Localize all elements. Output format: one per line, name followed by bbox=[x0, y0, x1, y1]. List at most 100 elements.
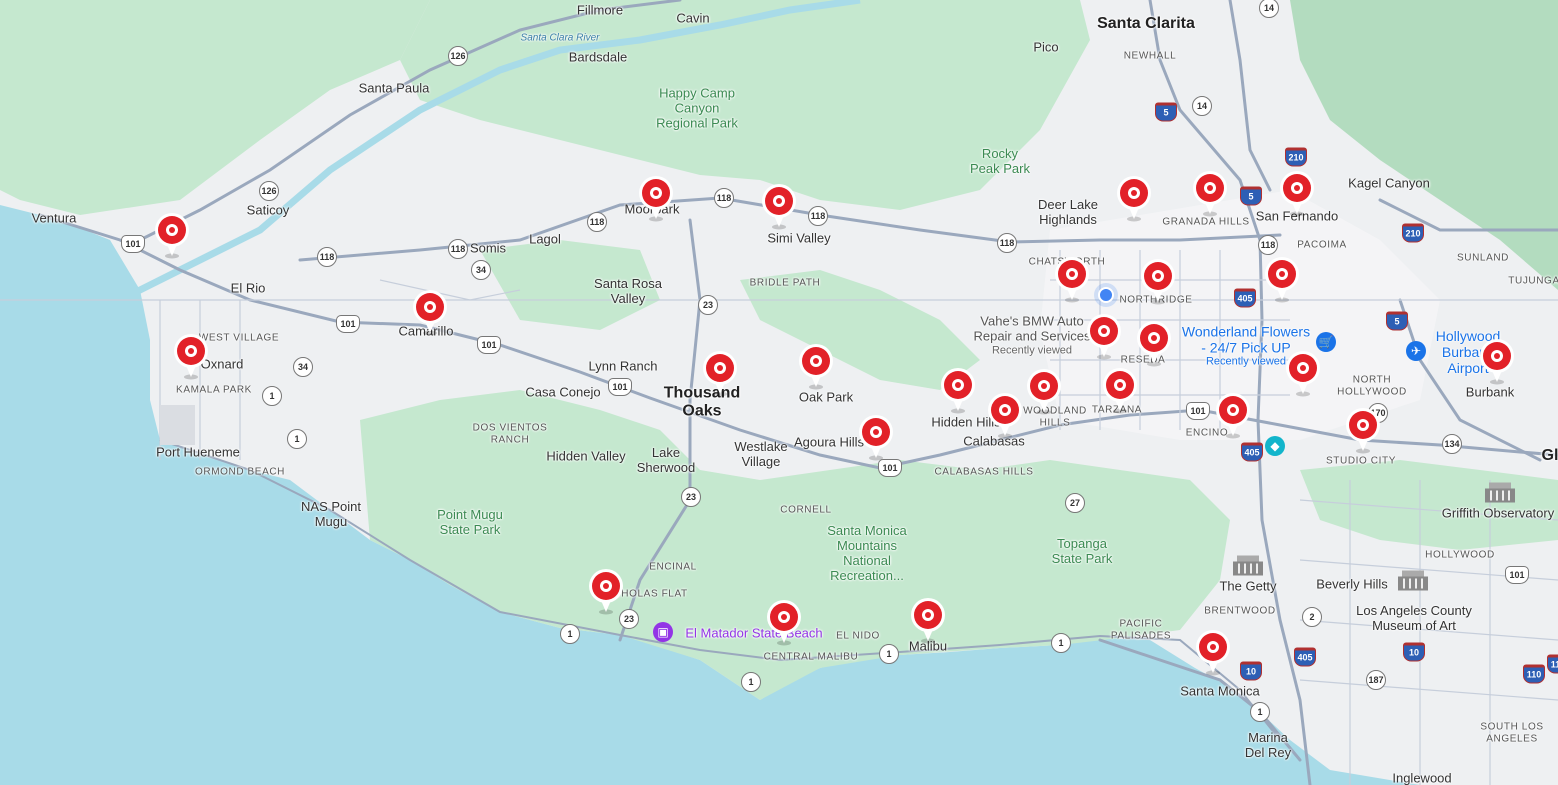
north-hollywood-label[interactable]: NORTH HOLLYWOOD bbox=[1337, 375, 1407, 398]
malibu-pin[interactable] bbox=[908, 597, 948, 645]
san-fernando-pin[interactable] bbox=[1277, 170, 1317, 218]
burbank-label[interactable]: Burbank bbox=[1466, 385, 1514, 401]
glendale-partial-label[interactable]: Gl bbox=[1542, 447, 1558, 465]
calabasas-hills-label[interactable]: CALABASAS HILLS bbox=[934, 466, 1033, 478]
santa-clara-river-label[interactable]: Santa Clara River bbox=[521, 32, 600, 44]
newhall-label[interactable]: NEWHALL bbox=[1124, 50, 1177, 62]
tujunga-label[interactable]: TUJUNGA bbox=[1508, 275, 1558, 287]
bardsdale-label[interactable]: Bardsdale bbox=[569, 50, 628, 66]
santa-rosa-valley-label[interactable]: Santa Rosa Valley bbox=[594, 276, 662, 307]
kamala-park-label[interactable]: KAMALA PARK bbox=[176, 384, 252, 396]
woodland-hills-pin[interactable] bbox=[1024, 368, 1064, 416]
marina-del-rey-label[interactable]: Marina Del Rey bbox=[1245, 730, 1291, 761]
reseda-pin[interactable] bbox=[1134, 320, 1174, 368]
moorpark-pin[interactable] bbox=[636, 175, 676, 223]
dos-vientos-ranch-label[interactable]: DOS VIENTOS RANCH bbox=[473, 423, 548, 446]
central-malibu-label[interactable]: CENTRAL MALIBU bbox=[764, 651, 859, 663]
rocky-peak-park-label[interactable]: Rocky Peak Park bbox=[970, 146, 1030, 177]
vahe-poi-label[interactable]: Vahe's BMW Auto Repair and Services Recen… bbox=[973, 314, 1090, 358]
lake-sherwood-label[interactable]: Lake Sherwood bbox=[637, 445, 696, 476]
santa-monica-mountains-label[interactable]: Santa Monica Mountains National Recreati… bbox=[827, 523, 907, 584]
hollywood-label[interactable]: HOLLYWOOD bbox=[1425, 549, 1495, 561]
pico-label[interactable]: Pico bbox=[1033, 40, 1058, 56]
el-matador-pin[interactable] bbox=[764, 599, 804, 647]
location-dot-icon[interactable] bbox=[1098, 287, 1114, 303]
el-rio-label[interactable]: El Rio bbox=[231, 281, 266, 297]
santa-clarita-label[interactable]: Santa Clarita bbox=[1097, 15, 1195, 33]
port-hueneme-label[interactable]: Port Hueneme bbox=[156, 445, 240, 461]
santa-monica-pin[interactable] bbox=[1193, 629, 1233, 677]
ormond-beach-label[interactable]: ORMOND BEACH bbox=[195, 466, 285, 478]
deer-lake-pin[interactable] bbox=[1114, 175, 1154, 223]
saticoy-label[interactable]: Saticoy bbox=[247, 203, 290, 219]
hidden-valley-label[interactable]: Hidden Valley bbox=[546, 449, 625, 465]
thousand-oaks-pin[interactable] bbox=[700, 350, 740, 398]
oxnard-pin[interactable] bbox=[171, 333, 211, 381]
camarillo-pin[interactable] bbox=[410, 289, 450, 337]
sunland-label[interactable]: SUNLAND bbox=[1457, 252, 1509, 264]
simi-valley-label[interactable]: Simi Valley bbox=[767, 231, 830, 247]
airplane-icon[interactable]: ✈ bbox=[1406, 341, 1426, 361]
studio-city-label[interactable]: STUDIO CITY bbox=[1326, 455, 1396, 467]
nas-point-mugu-label[interactable]: NAS Point Mugu bbox=[301, 499, 361, 530]
lacma-label[interactable]: Los Angeles County Museum of Art bbox=[1356, 603, 1472, 634]
vahe-pin[interactable] bbox=[1084, 313, 1124, 361]
kagel-canyon-label[interactable]: Kagel Canyon bbox=[1348, 176, 1430, 192]
tarzana-pin[interactable] bbox=[1100, 367, 1140, 415]
ventura-pin[interactable] bbox=[152, 212, 192, 260]
oak-park-label[interactable]: Oak Park bbox=[799, 390, 853, 406]
urban-patch bbox=[160, 405, 195, 445]
agoura-hills-pin[interactable] bbox=[856, 414, 896, 462]
calabasas-pin[interactable] bbox=[985, 392, 1025, 440]
lagol-label[interactable]: Lagol bbox=[529, 232, 561, 248]
interstate-405-shield: 405 bbox=[1234, 288, 1256, 308]
chatsworth-pin[interactable] bbox=[1052, 256, 1092, 304]
agoura-hills-label[interactable]: Agoura Hills bbox=[794, 435, 864, 451]
map-marker-icon[interactable]: ◆ bbox=[1265, 436, 1285, 456]
lynn-ranch-label[interactable]: Lynn Ranch bbox=[589, 359, 658, 375]
westlake-village-label[interactable]: Westlake Village bbox=[734, 439, 787, 470]
griffith-landmark-icon[interactable] bbox=[1483, 479, 1517, 510]
interstate-5-shield: 5 bbox=[1386, 311, 1408, 331]
lacma-landmark-icon[interactable] bbox=[1396, 567, 1430, 598]
northridge-pin[interactable] bbox=[1138, 258, 1178, 306]
pacoima-pin[interactable] bbox=[1262, 256, 1302, 304]
pacoima-label[interactable]: PACOIMA bbox=[1297, 239, 1347, 251]
point-mugu-state-park-label[interactable]: Point Mugu State Park bbox=[437, 507, 503, 538]
brentwood-label[interactable]: BRENTWOOD bbox=[1204, 605, 1276, 617]
cavin-label[interactable]: Cavin bbox=[676, 11, 709, 27]
santa-monica-label[interactable]: Santa Monica bbox=[1180, 684, 1260, 700]
state-route-126-shield: 126 bbox=[448, 46, 468, 66]
camera-icon[interactable]: ▣ bbox=[653, 622, 673, 642]
getty-landmark-icon[interactable] bbox=[1231, 552, 1265, 583]
studio-city-pin[interactable] bbox=[1343, 407, 1383, 455]
burbank-pin[interactable] bbox=[1477, 338, 1517, 386]
hidden-hills-pin[interactable] bbox=[938, 367, 978, 415]
happy-camp-park-label[interactable]: Happy Camp Canyon Regional Park bbox=[656, 86, 738, 132]
oak-park-pin[interactable] bbox=[796, 343, 836, 391]
santa-paula-label[interactable]: Santa Paula bbox=[359, 81, 430, 97]
granada-hills-pin[interactable] bbox=[1190, 170, 1230, 218]
inglewood-label[interactable]: Inglewood bbox=[1392, 771, 1451, 785]
somis-label[interactable]: Somis bbox=[470, 241, 506, 257]
deer-lake-highlands-label[interactable]: Deer Lake Highlands bbox=[1038, 197, 1098, 228]
casa-conejo-label[interactable]: Casa Conejo bbox=[525, 385, 600, 401]
nicholas-flat-pin[interactable] bbox=[586, 568, 626, 616]
fillmore-label[interactable]: Fillmore bbox=[577, 3, 623, 19]
simi-valley-pin[interactable] bbox=[759, 183, 799, 231]
ventura-label[interactable]: Ventura bbox=[32, 211, 77, 227]
cornell-label[interactable]: CORNELL bbox=[780, 504, 831, 516]
el-nido-label[interactable]: EL NIDO bbox=[836, 630, 880, 642]
wonderland-pin[interactable] bbox=[1283, 350, 1323, 398]
shopping-cart-icon[interactable]: 🛒 bbox=[1316, 332, 1336, 352]
south-los-angeles-label[interactable]: SOUTH LOS ANGELES bbox=[1480, 722, 1543, 745]
beverly-hills-label[interactable]: Beverly Hills bbox=[1316, 577, 1388, 593]
interstate-405-shield: 405 bbox=[1241, 442, 1263, 462]
encino-pin[interactable] bbox=[1213, 392, 1253, 440]
pacific-palisades-label[interactable]: PACIFIC PALISADES bbox=[1111, 619, 1171, 642]
encinal-label[interactable]: ENCINAL bbox=[649, 561, 697, 573]
bridle-path-label[interactable]: BRIDLE PATH bbox=[750, 277, 821, 289]
topanga-state-park-label[interactable]: Topanga State Park bbox=[1052, 536, 1113, 567]
state-route-23-shield: 23 bbox=[698, 295, 718, 315]
map-canvas[interactable]: Santa Clarita Fillmore Cavin Bardsdale Santa… bbox=[0, 0, 1558, 785]
